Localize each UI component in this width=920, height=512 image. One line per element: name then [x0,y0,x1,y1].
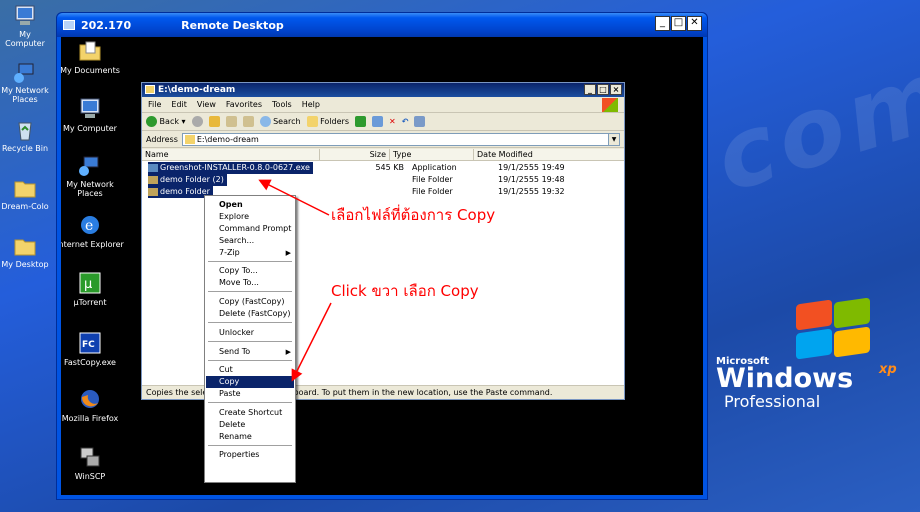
remote-desktop-titlebar[interactable]: 202.170 Remote Desktop [57,13,707,37]
remote-desktop-screen[interactable]: My Documents My Computer My Network Plac… [61,37,703,495]
desktop-icon-recycle-bin[interactable]: Recycle Bin [0,118,50,153]
edition-wordmark: Professional [724,392,821,411]
desktop-icon-label: My Network Places [1,86,49,104]
windows-flag-icon [792,297,872,360]
desktop-icon-label: My Computer [5,30,45,48]
remote-host: 202.170 [81,18,132,32]
desktop-icon-label: My Desktop [1,260,49,269]
xp-wordmark: xp [879,362,897,377]
desktop-icon-my-computer[interactable]: My Computer [0,4,50,48]
annotation-arrows [258,179,332,382]
desktop-icon-network-places[interactable]: My Network Places [0,60,50,104]
windows-wordmark: Windows [716,363,854,394]
desktop-icon-label: Dream-Colo [1,202,49,211]
folder-icon [13,176,37,200]
annotation-arrow-line [258,179,330,216]
windows-xp-logo: Microsoft Windows xp Professional [714,297,920,415]
network-places-icon [13,60,37,84]
my-computer-icon [13,4,37,28]
desktop-icon-dream-colo[interactable]: Dream-Colo [0,176,50,211]
annotation-arrow-line [291,302,332,382]
minimize-button[interactable]: _ [655,16,670,31]
folder-icon [13,234,37,258]
desktop-icon-label: Recycle Bin [1,144,49,153]
close-button[interactable]: ✕ [687,16,702,31]
remote-window-title: Remote Desktop [181,18,284,32]
maximize-button[interactable]: □ [671,16,686,31]
remote-desktop-window: 202.170 Remote Desktop _ □ ✕ My Document… [56,12,708,500]
desktop-icon-my-desktop[interactable]: My Desktop [0,234,50,269]
monitor-icon [63,20,75,30]
recycle-bin-icon [13,118,37,142]
